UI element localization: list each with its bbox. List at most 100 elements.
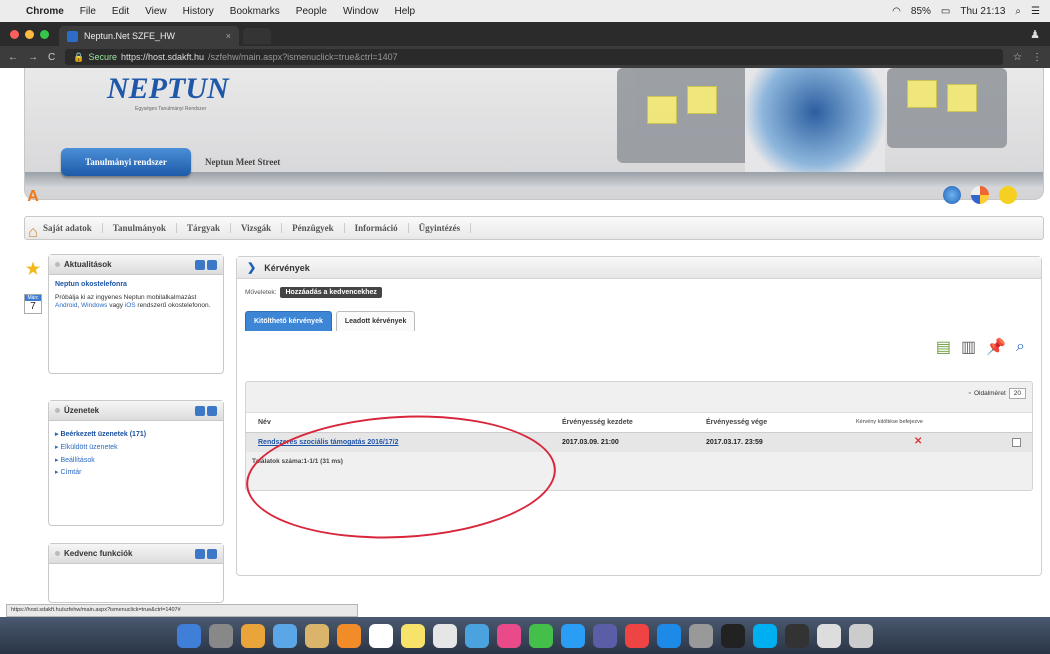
color-wheel-icon[interactable] (971, 186, 989, 204)
nav-exams[interactable]: Vizsgák (231, 223, 283, 233)
menu-view[interactable]: View (145, 6, 167, 17)
globe-icon[interactable] (943, 186, 961, 204)
close-box-icon[interactable] (207, 405, 217, 416)
calendar-app-icon[interactable] (369, 623, 393, 648)
menu-edit[interactable]: Edit (112, 6, 129, 17)
collapse-dot-icon[interactable] (55, 408, 60, 413)
battery-icon[interactable]: ▭ (941, 6, 950, 17)
radiation-icon[interactable] (999, 186, 1017, 204)
menu-file[interactable]: File (80, 6, 96, 17)
messages-icon[interactable] (529, 623, 553, 648)
profile-icon[interactable]: ♟ (1020, 28, 1050, 46)
sent-messages-link[interactable]: Elküldött üzenetek (55, 444, 217, 453)
close-window-button[interactable] (10, 30, 19, 39)
menu-bookmarks[interactable]: Bookmarks (230, 6, 280, 17)
column-valid-from[interactable]: Érvényesség kezdete (562, 419, 633, 426)
facetime-icon[interactable] (561, 623, 585, 648)
spotlight-icon[interactable]: ⌕ (1015, 6, 1021, 17)
trash-icon[interactable] (849, 623, 873, 648)
terminal-icon[interactable] (721, 623, 745, 648)
request-valid-to: 2017.03.17. 23:59 (706, 439, 763, 446)
activity-monitor-icon[interactable] (785, 623, 809, 648)
chrome-icon[interactable] (241, 623, 265, 648)
export-icon[interactable]: ▤ (936, 337, 951, 357)
windows-link[interactable]: Windows (81, 302, 107, 309)
minimize-box-icon[interactable] (195, 548, 205, 559)
inbox-link[interactable]: Beérkezett üzenetek (171) (55, 431, 217, 440)
mail-icon[interactable] (273, 623, 297, 648)
tab-submitted-requests[interactable]: Leadott kérvények (335, 311, 416, 331)
reminders-icon[interactable] (433, 623, 457, 648)
close-tab-icon[interactable]: × (226, 31, 231, 41)
menubar-app-name[interactable]: Chrome (26, 6, 64, 17)
column-completed[interactable]: Kérvény kitöltése befejezve (856, 419, 923, 425)
page-size-select[interactable]: 20 (1008, 388, 1026, 399)
nav-information[interactable]: Információ (345, 223, 409, 233)
minimize-window-button[interactable] (25, 30, 34, 39)
folder-icon[interactable] (817, 623, 841, 648)
pin-icon[interactable]: 📌 (986, 337, 1006, 357)
wifi-icon[interactable]: ◠ (892, 6, 901, 17)
contacts-icon[interactable] (305, 623, 329, 648)
news-headline[interactable]: Neptun okostelefonra (55, 281, 217, 290)
collapse-dot-icon[interactable] (55, 551, 60, 556)
nav-finances[interactable]: Pénzügyek (282, 223, 345, 233)
menu-window[interactable]: Window (343, 6, 379, 17)
collapse-dot-icon[interactable] (55, 262, 60, 267)
a-icon[interactable]: A (23, 186, 43, 208)
tab-fillable-requests[interactable]: Kitölthető kérvények (245, 311, 332, 331)
vlc-icon[interactable] (337, 623, 361, 648)
maps-icon[interactable] (465, 623, 489, 648)
reload-icon[interactable]: C (48, 52, 55, 63)
notes-icon[interactable] (401, 623, 425, 648)
photos-icon[interactable] (497, 623, 521, 648)
notification-icon[interactable]: ☰ (1031, 6, 1040, 17)
bookmark-star-icon[interactable]: ☆ (1013, 52, 1022, 63)
column-name[interactable]: Név (258, 419, 271, 426)
forward-icon[interactable]: → (28, 52, 38, 63)
back-icon[interactable]: ← (8, 52, 18, 63)
browser-tab[interactable]: Neptun.Net SZFE_HW × (59, 26, 239, 46)
menu-kebab-icon[interactable]: ⋮ (1032, 52, 1042, 63)
settings-link[interactable]: Beállítások (55, 457, 217, 466)
zoom-window-button[interactable] (40, 30, 49, 39)
system-preferences-icon[interactable] (689, 623, 713, 648)
minimize-box-icon[interactable] (195, 405, 205, 416)
android-link[interactable]: Android (55, 302, 77, 309)
menu-history[interactable]: History (183, 6, 214, 17)
new-tab-button[interactable] (243, 28, 271, 44)
address-bar[interactable]: 🔒 Secure https://host.sdakft.hu /szfehw/… (65, 49, 1004, 65)
row-checkbox[interactable] (1012, 438, 1021, 447)
news-box: Aktualitások Neptun okostelefonra Próbál… (48, 254, 224, 374)
nav-studies[interactable]: Tanulmányok (103, 223, 177, 233)
directory-link[interactable]: Címtár (55, 469, 217, 478)
system-tab[interactable]: Tanulmányi rendszer (61, 148, 191, 176)
finder-icon[interactable] (177, 623, 201, 648)
battery-percent[interactable]: 85% (911, 6, 931, 17)
calendar-day: 7 (30, 301, 36, 312)
close-box-icon[interactable] (207, 259, 217, 270)
calendar-icon[interactable]: Márc 7 (24, 294, 42, 314)
nav-subjects[interactable]: Tárgyak (177, 223, 231, 233)
itunes-icon[interactable] (593, 623, 617, 648)
menu-people[interactable]: People (296, 6, 327, 17)
add-to-favorites-button[interactable]: Hozzáadás a kedvencekhez (280, 287, 382, 298)
launchpad-icon[interactable] (209, 623, 233, 648)
close-box-icon[interactable] (207, 548, 217, 559)
ios-link[interactable]: iOS (125, 302, 136, 309)
minimize-box-icon[interactable] (195, 259, 205, 270)
lock-icon: 🔒 (73, 51, 85, 62)
app-icon[interactable] (625, 623, 649, 648)
home-icon[interactable]: ⌂ (23, 222, 43, 244)
clock[interactable]: Thu 21:13 (960, 6, 1005, 17)
menu-help[interactable]: Help (395, 6, 416, 17)
column-valid-to[interactable]: Érvényesség vége (706, 419, 767, 426)
meet-street-link[interactable]: Neptun Meet Street (205, 157, 280, 167)
print-icon[interactable]: ▥ (961, 337, 976, 357)
neptun-logo[interactable]: NEPTUN (107, 72, 229, 106)
star-icon[interactable]: ★ (23, 258, 43, 280)
search-icon[interactable]: ⌕ (1016, 338, 1025, 356)
nav-administration[interactable]: Ügyintézés (409, 223, 472, 233)
skype-icon[interactable] (753, 623, 777, 648)
app-store-icon[interactable] (657, 623, 681, 648)
